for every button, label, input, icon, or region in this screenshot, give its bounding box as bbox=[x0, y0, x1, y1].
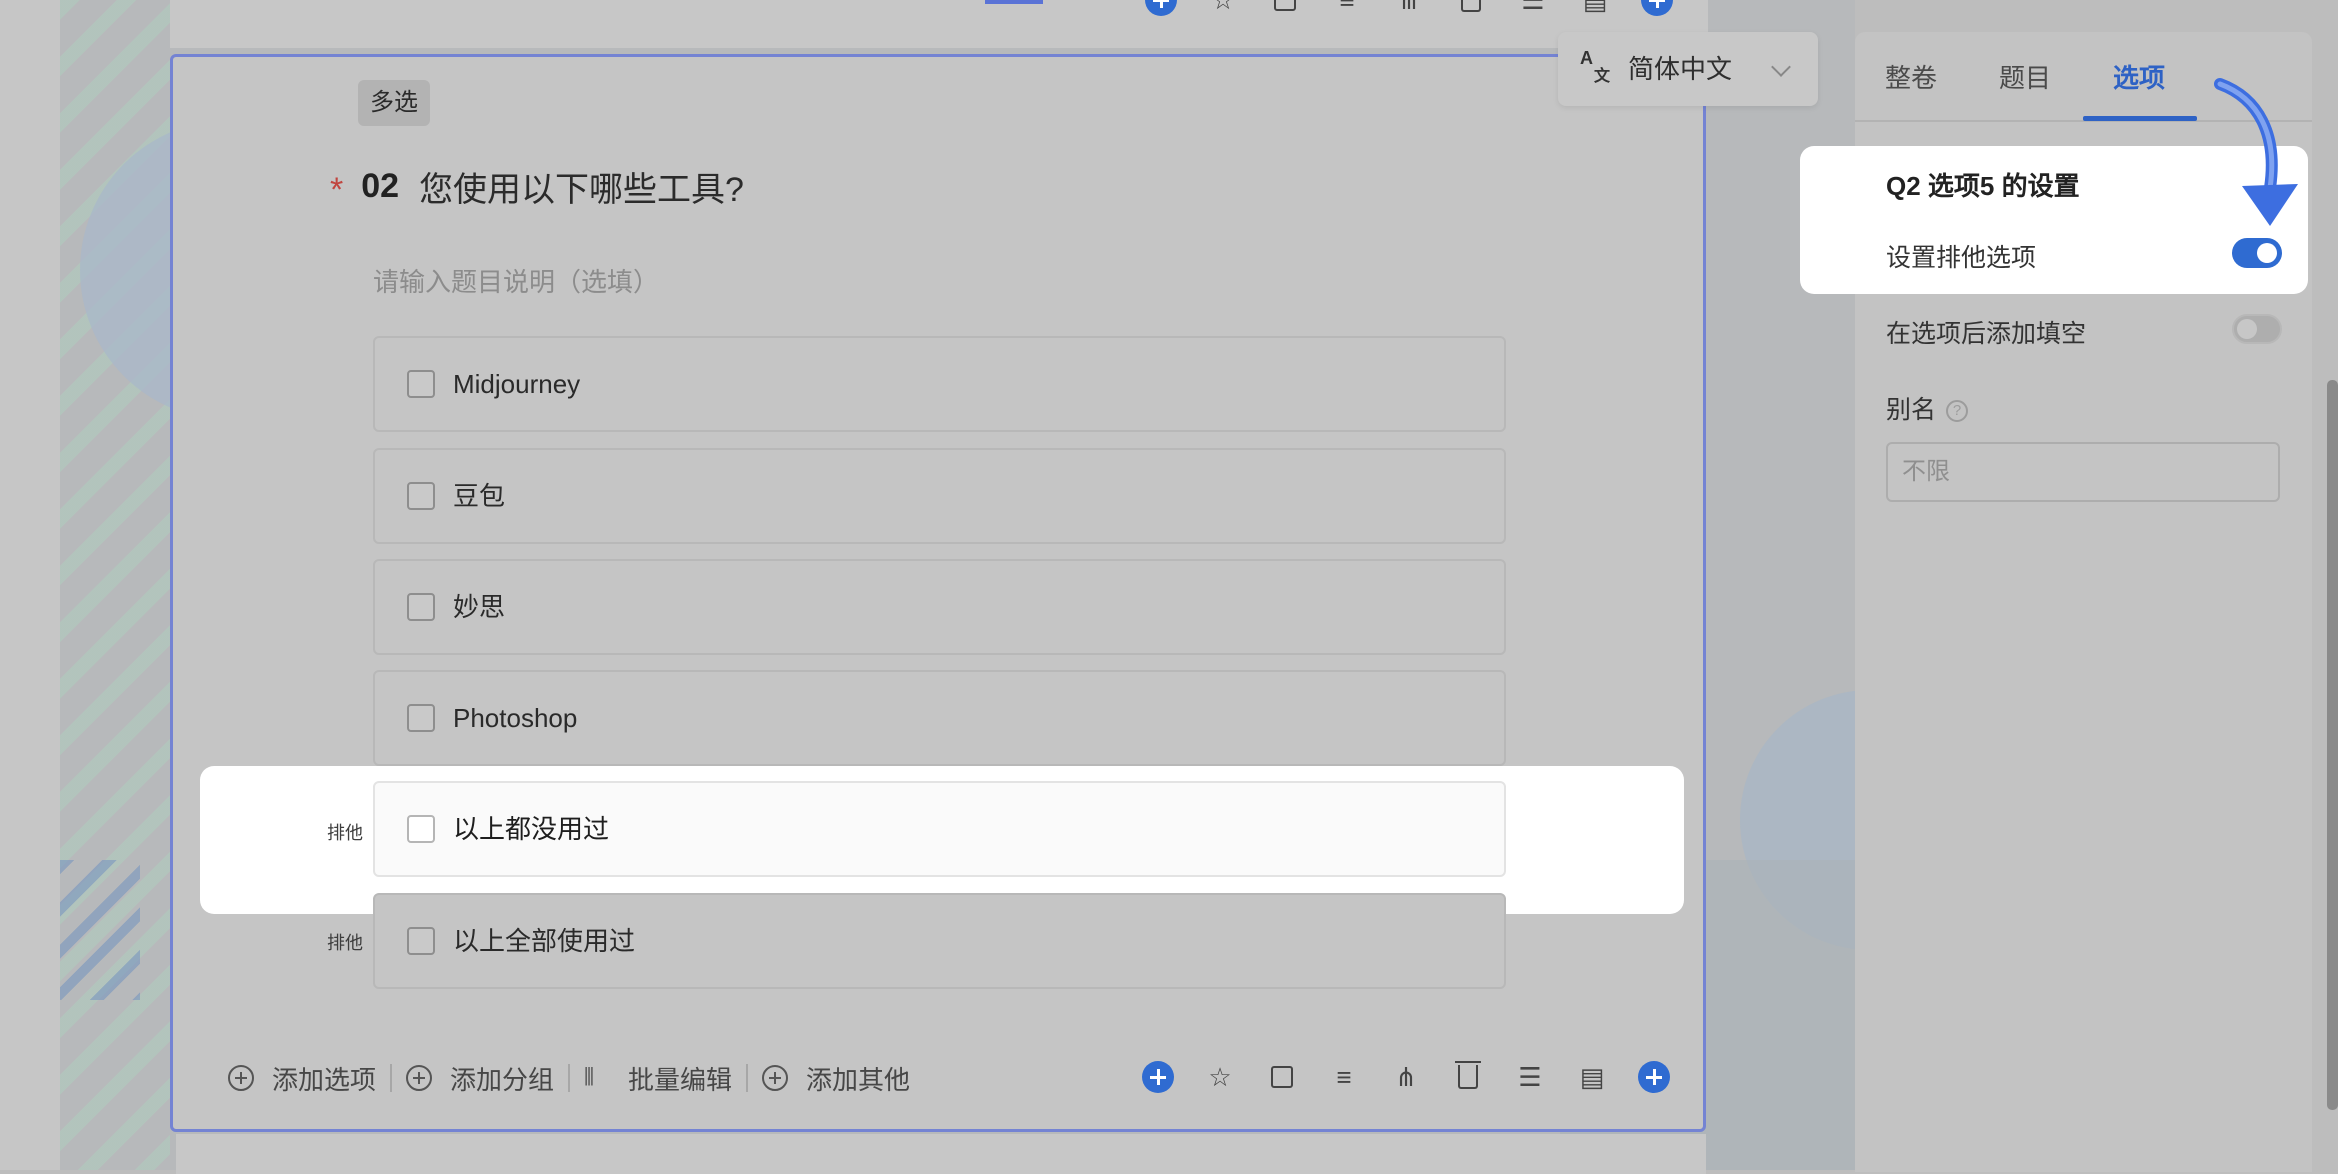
translate-icon: A文 bbox=[1580, 48, 1611, 85]
star-icon[interactable]: ☆ bbox=[1204, 1061, 1236, 1093]
add-blank-label: 在选项后添加填空 bbox=[1886, 320, 2087, 348]
option-checkbox[interactable] bbox=[407, 482, 435, 510]
question-title[interactable]: 您使用以下哪些工具? bbox=[419, 162, 744, 211]
alias-label: 别名 bbox=[1886, 396, 1937, 424]
help-icon[interactable]: ? bbox=[1946, 400, 1969, 423]
exclusive-badge: 排他 bbox=[327, 823, 363, 843]
language-select[interactable]: A文 简体中文 bbox=[1558, 32, 1818, 106]
add-group-button[interactable]: 添加分组 bbox=[392, 1060, 568, 1097]
option-item[interactable]: Photoshop bbox=[373, 670, 1506, 766]
add-option-button[interactable]: 添加选项 bbox=[228, 1060, 390, 1097]
delete-icon[interactable] bbox=[1455, 0, 1487, 16]
tab-question[interactable]: 题目 bbox=[1999, 32, 2051, 124]
plus-circle-icon bbox=[228, 1065, 254, 1091]
add-other-label: 添加其他 bbox=[806, 1064, 911, 1095]
previous-card-toolbar: ☆ ≡ ⋔ ☰ ▤ bbox=[1145, 0, 1673, 16]
copy-icon[interactable] bbox=[1266, 1061, 1298, 1093]
layout-icon[interactable]: ▤ bbox=[1576, 1061, 1608, 1093]
option-checkbox[interactable] bbox=[407, 370, 435, 398]
option-label[interactable]: 妙思 bbox=[453, 561, 505, 653]
add-other-button[interactable]: 添加其他 bbox=[748, 1060, 924, 1097]
option-toolbar: 添加选项 添加分组 ⫴ 批量编辑 添加其他 bbox=[228, 1054, 924, 1102]
active-tab-indicator bbox=[2083, 116, 2197, 121]
add-question-above-icon[interactable] bbox=[1145, 0, 1177, 16]
option-label[interactable]: 以上全部使用过 bbox=[453, 895, 635, 987]
tab-survey[interactable]: 整卷 bbox=[1885, 32, 1937, 124]
option-item[interactable]: 以上全部使用过 bbox=[373, 893, 1506, 989]
batch-edit-icon: ⫴ bbox=[584, 1064, 595, 1091]
previous-question-card[interactable]: ☆ ≡ ⋔ ☰ ▤ bbox=[170, 0, 1708, 48]
logic-icon[interactable]: ⋔ bbox=[1393, 0, 1425, 16]
batch-edit-button[interactable]: ⫴ 批量编辑 bbox=[570, 1060, 746, 1097]
add-option-label: 添加选项 bbox=[272, 1064, 377, 1095]
exclusive-option-toggle[interactable] bbox=[2232, 238, 2282, 268]
option-item[interactable]: 豆包 bbox=[373, 448, 1506, 544]
chevron-down-icon bbox=[1771, 57, 1791, 77]
scrollbar[interactable] bbox=[2327, 380, 2338, 1110]
left-gutter bbox=[0, 0, 60, 1170]
option-label[interactable]: 以上都没用过 bbox=[453, 783, 609, 875]
sort-icon[interactable]: ≡ bbox=[1328, 1061, 1360, 1093]
option-checkbox[interactable] bbox=[407, 927, 435, 955]
move-icon[interactable]: ☰ bbox=[1514, 1061, 1546, 1093]
option-label[interactable]: 豆包 bbox=[453, 450, 505, 542]
tab-option[interactable]: 选项 bbox=[2113, 32, 2165, 124]
question-title-row[interactable]: * 02 您使用以下哪些工具? bbox=[330, 158, 744, 214]
star-icon[interactable]: ☆ bbox=[1207, 0, 1239, 16]
move-icon[interactable]: ☰ bbox=[1517, 0, 1549, 16]
delete-icon[interactable] bbox=[1452, 1061, 1484, 1093]
option-checkbox[interactable] bbox=[407, 815, 435, 843]
alias-label-row: 别名? bbox=[1886, 390, 1969, 426]
logic-icon[interactable]: ⋔ bbox=[1390, 1061, 1422, 1093]
option-item-selected[interactable]: 以上都没用过 bbox=[373, 781, 1506, 877]
decorative-stripes bbox=[60, 860, 140, 1000]
option-item[interactable]: Midjourney bbox=[373, 336, 1506, 432]
option-checkbox[interactable] bbox=[407, 704, 435, 732]
add-blank-toggle[interactable] bbox=[2232, 314, 2282, 344]
question-type-tag: 多选 bbox=[358, 80, 430, 126]
add-group-label: 添加分组 bbox=[450, 1064, 555, 1095]
layout-icon[interactable]: ▤ bbox=[1579, 0, 1611, 16]
copy-icon[interactable] bbox=[1269, 0, 1301, 16]
next-question-card[interactable] bbox=[176, 1134, 1706, 1174]
exclusive-badge: 排他 bbox=[327, 933, 363, 953]
settings-title: Q2 选项5 的设置 bbox=[1886, 171, 2080, 201]
add-question-below-icon[interactable] bbox=[1638, 1061, 1670, 1093]
previous-card-accent bbox=[985, 0, 1043, 4]
alias-input[interactable] bbox=[1886, 442, 2280, 502]
add-question-below-icon[interactable] bbox=[1641, 0, 1673, 16]
question-number: 02 bbox=[361, 166, 400, 205]
plus-circle-icon bbox=[406, 1065, 433, 1091]
question-description-input[interactable]: 请输入题目说明（选填） bbox=[373, 262, 659, 299]
option-checkbox[interactable] bbox=[407, 593, 435, 621]
option-label[interactable]: Midjourney bbox=[453, 338, 580, 430]
sort-icon[interactable]: ≡ bbox=[1331, 0, 1363, 16]
option-label[interactable]: Photoshop bbox=[453, 672, 577, 764]
add-other-icon bbox=[762, 1065, 789, 1091]
pointer-arrow-icon bbox=[2214, 78, 2298, 226]
add-question-above-icon[interactable] bbox=[1142, 1061, 1174, 1093]
required-mark: * bbox=[330, 170, 344, 209]
option-item[interactable]: 妙思 bbox=[373, 559, 1506, 655]
question-actions: ☆ ≡ ⋔ ☰ ▤ bbox=[1142, 1061, 1670, 1093]
exclusive-option-label: 设置排他选项 bbox=[1886, 244, 2037, 272]
batch-edit-label: 批量编辑 bbox=[628, 1064, 733, 1095]
language-value: 简体中文 bbox=[1628, 54, 1733, 84]
